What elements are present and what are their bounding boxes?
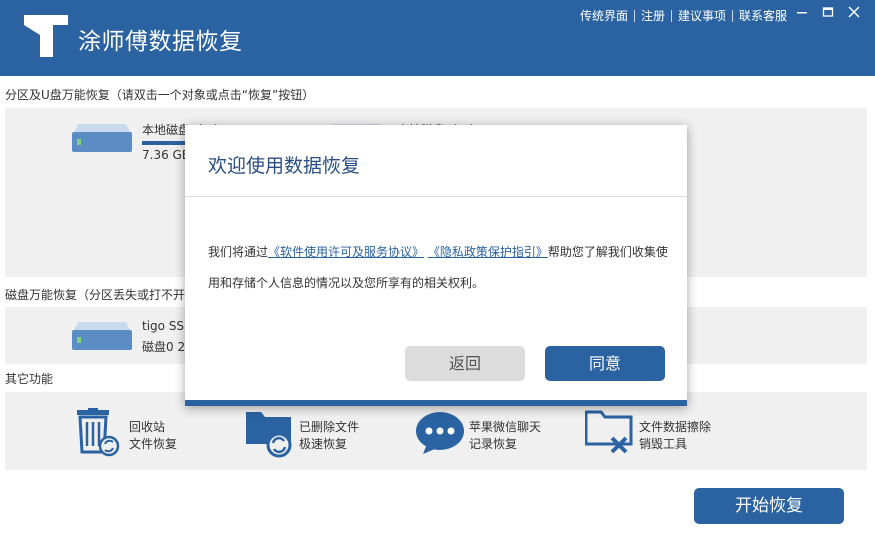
folder-restore-icon (246, 412, 292, 458)
start-recovery-button[interactable]: 开始恢复 (694, 488, 844, 524)
back-button[interactable]: 返回 (405, 346, 525, 381)
hard-disk-icon (72, 124, 132, 152)
privacy-policy-link[interactable]: 《隐私政策保护指引》 (428, 245, 548, 259)
agree-button[interactable]: 同意 (545, 346, 665, 381)
top-links: 传统界面 注册 建议事项 联系客服 (580, 7, 787, 24)
partition-size: 7.36 GB (142, 148, 191, 162)
close-icon[interactable] (847, 5, 861, 19)
hard-disk-icon (72, 322, 132, 350)
tool-sublabel: 记录恢复 (469, 437, 518, 451)
tool-sublabel: 文件恢复 (129, 437, 178, 451)
dialog-message: 我们将通过《软件使用许可及服务协议》 《隐私政策保护指引》帮助您了解我们收集使用… (208, 237, 668, 299)
folder-delete-icon (585, 410, 633, 454)
tool-sublabel: 销毁工具 (639, 437, 688, 451)
tool-sublabel: 极速恢复 (299, 437, 348, 451)
partition-section-title: 分区及U盘万能恢复（请双击一个对象或点击“恢复”按钮） (5, 88, 315, 102)
app-logo-icon (24, 15, 68, 57)
divider (185, 196, 687, 197)
divider (633, 9, 635, 22)
disk-section-title: 磁盘万能恢复（分区丢失或打不开 (5, 288, 186, 302)
welcome-dialog: 欢迎使用数据恢复 我们将通过《软件使用许可及服务协议》 《隐私政策保护指引》帮助… (185, 125, 687, 406)
app-title: 涂师傅数据恢复 (78, 29, 243, 55)
license-agreement-link[interactable]: 《软件使用许可及服务协议》 (268, 245, 424, 259)
divider (731, 9, 733, 22)
chat-bubble-icon (416, 412, 464, 454)
other-section-title: 其它功能 (5, 372, 54, 386)
suggestion-link[interactable]: 建议事项 (678, 7, 726, 24)
recycle-bin-icon (77, 408, 120, 457)
dialog-text-before: 我们将通过 (208, 245, 269, 259)
window-controls (795, 5, 861, 19)
register-link[interactable]: 注册 (641, 7, 665, 24)
maximize-icon[interactable] (821, 5, 835, 19)
classic-ui-link[interactable]: 传统界面 (580, 7, 628, 24)
title-bar: 涂师傅数据恢复 传统界面 注册 建议事项 联系客服 (0, 0, 875, 76)
tool-label: 文件数据擦除 (639, 420, 712, 434)
tool-label: 回收站 (129, 420, 166, 434)
tool-label: 已删除文件 (299, 420, 360, 434)
tool-label: 苹果微信聊天 (469, 420, 542, 434)
contact-support-link[interactable]: 联系客服 (739, 7, 787, 24)
dialog-bottom-bar (185, 400, 687, 406)
minimize-icon[interactable] (795, 5, 809, 19)
divider (670, 9, 672, 22)
dialog-title: 欢迎使用数据恢复 (208, 155, 361, 177)
